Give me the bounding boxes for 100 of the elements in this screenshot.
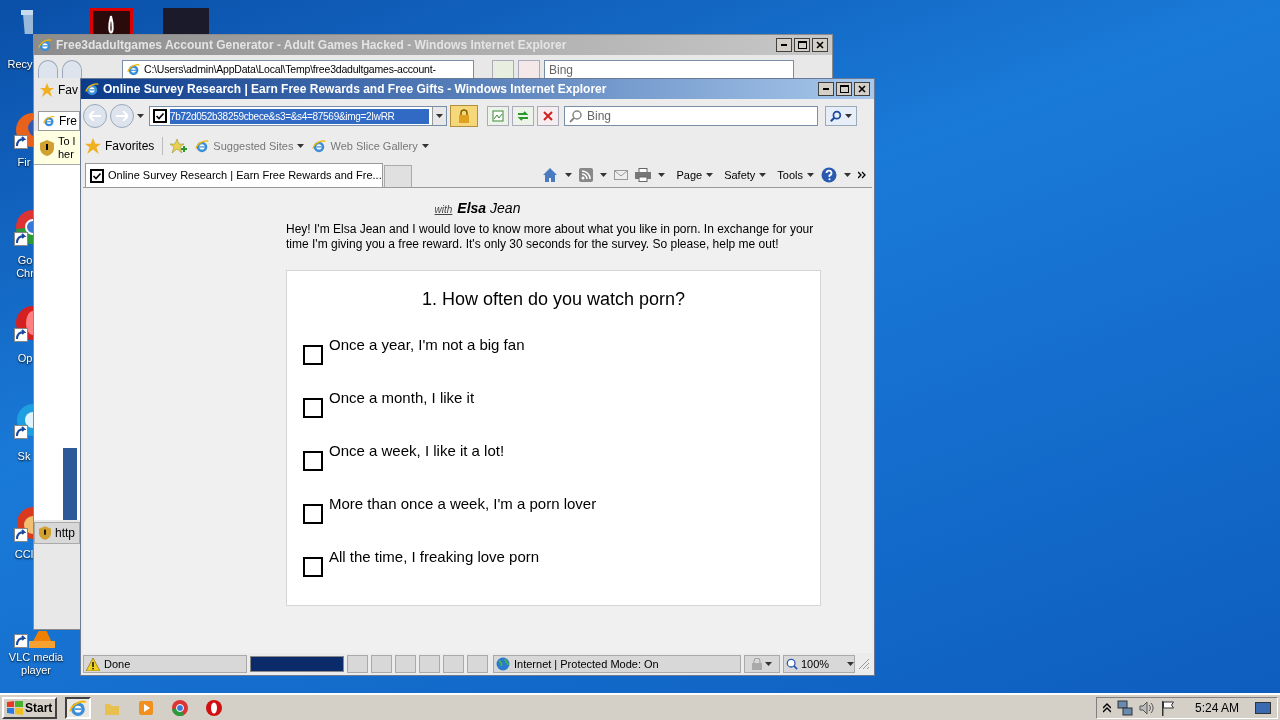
answer-label[interactable]: More than once a week, I'm a porn lover: [329, 494, 597, 514]
caret-icon: [421, 144, 429, 148]
info-bar-text: To l her: [58, 134, 76, 161]
caret-icon: [297, 144, 305, 148]
page-chart-icon: [492, 110, 504, 122]
taskbar-app-button[interactable]: [65, 696, 92, 719]
answer-checkbox[interactable]: [303, 504, 323, 524]
play-icon: [137, 698, 156, 717]
print-icon[interactable]: [635, 168, 652, 182]
answer-checkbox[interactable]: [303, 451, 323, 471]
caret-icon: [845, 114, 852, 118]
answer-label[interactable]: All the time, I freaking love porn: [329, 547, 540, 567]
caret-icon: [658, 173, 666, 177]
answer-checkbox[interactable]: [303, 345, 323, 365]
minimize-button[interactable]: [818, 82, 834, 96]
zoom-button[interactable]: 100%: [783, 655, 855, 673]
search-field[interactable]: Bing: [544, 60, 794, 78]
refresh-button[interactable]: [512, 106, 534, 126]
minimize-icon: [781, 44, 787, 46]
desktop-icon-label: Fir: [17, 156, 31, 169]
maximize-icon: [839, 85, 849, 93]
address-field[interactable]: C:\Users\admin\AppData\Local\Temp\free3dadultgames-account-: [122, 60, 474, 78]
status-pane: [395, 655, 416, 673]
desktop-app-icon[interactable]: [90, 8, 133, 34]
search-button[interactable]: [825, 106, 857, 126]
maximize-button[interactable]: [836, 82, 852, 96]
browser-e-icon: [195, 139, 210, 153]
maximize-icon: [797, 41, 807, 49]
padlock-icon: [752, 658, 762, 670]
lock-button[interactable]: [450, 105, 478, 127]
shield-icon: [39, 526, 51, 540]
zone-cell: Internet | Protected Mode: On: [493, 655, 741, 673]
maximize-button[interactable]: [794, 38, 810, 52]
browser-e-icon: [38, 38, 52, 52]
start-button[interactable]: Start: [2, 696, 58, 719]
favorites-bar-link[interactable]: Suggested Sites: [195, 137, 305, 155]
answer-checkbox[interactable]: [303, 398, 323, 418]
survey-question: 1. How often do you watch porn?: [421, 288, 686, 311]
favorites-button[interactable]: Favorites: [85, 137, 164, 155]
window-title: Online Survey Research | Earn Free Rewards and Free Gifts - Windows Internet Explorer: [103, 81, 608, 98]
close-icon: [816, 41, 824, 49]
desktop-icon-label: Sk: [17, 450, 31, 463]
browser-tab[interactable]: Online Survey Research | Earn Free Rewards and Fre...: [85, 163, 383, 187]
browser-tab[interactable]: Fre: [38, 111, 80, 131]
chevron-icon[interactable]: [858, 171, 866, 179]
speaker-icon[interactable]: [1138, 700, 1155, 715]
command-menu-button[interactable]: Tools: [777, 166, 814, 184]
show-desktop-icon[interactable]: [1255, 701, 1271, 714]
stop-button[interactable]: [537, 106, 559, 126]
favorites-star-icon: [40, 83, 54, 97]
intro-paragraph: Hey! I'm Elsa Jean and I would love to know more about what you like in porn. In exchange for your time I'm giving you a free reward. It's only 30 seconds for the survey. So please, help me out!: [286, 222, 815, 253]
info-bar[interactable]: To l her: [34, 131, 80, 165]
answer-label[interactable]: Once a month, I like it: [329, 388, 475, 408]
status-pane: [443, 655, 464, 673]
browser-e-icon: [312, 139, 327, 153]
byline-name: Elsa Jean: [457, 199, 521, 218]
command-menu-button[interactable]: Page: [676, 166, 714, 184]
chrome-icon: [171, 698, 190, 717]
favorites-button[interactable]: Fav: [34, 79, 80, 101]
desktop-icon-label: VLC media: [8, 651, 64, 664]
desktop-app-icon[interactable]: [13, 631, 55, 649]
refresh-icon: [517, 110, 529, 122]
favorites-bar-link[interactable]: Web Slice Gallery: [312, 137, 429, 155]
arrow-left-icon: [89, 111, 101, 121]
desktop-icon-label: CCl: [14, 548, 34, 561]
caret-icon: [844, 173, 851, 177]
protected-mode-button[interactable]: [744, 655, 780, 673]
resize-grip-icon[interactable]: [858, 658, 870, 670]
answer-label[interactable]: Once a year, I'm not a big fan: [329, 335, 525, 355]
network-icon[interactable]: [1116, 699, 1133, 716]
status-pane: [467, 655, 488, 673]
desktop-icon-label: Go: [17, 254, 33, 267]
magnifier-icon: [786, 658, 798, 670]
shield-icon: [40, 139, 54, 156]
home-icon[interactable]: [542, 167, 559, 183]
history-caret-icon: [137, 114, 144, 118]
search-field[interactable]: Bing: [564, 106, 818, 126]
desktop-icon-label: player: [21, 664, 51, 677]
caret-icon: [765, 662, 772, 666]
flag-icon[interactable]: [1160, 699, 1175, 716]
add-favorite-icon[interactable]: [169, 138, 188, 154]
address-field[interactable]: 7b72d052b38259cbece&s3=&s4=87569&img=2IwRR: [149, 106, 447, 126]
close-button[interactable]: [812, 38, 828, 52]
caret-icon: [807, 173, 814, 177]
feed-icon[interactable]: [579, 168, 594, 182]
caret-icon: [565, 173, 573, 177]
browser-e-icon: [43, 115, 55, 127]
compatibility-button[interactable]: [487, 106, 509, 126]
browser-e-icon: [85, 82, 99, 96]
help-icon[interactable]: [821, 167, 837, 183]
answer-label[interactable]: Once a week, I like it a lot!: [329, 441, 505, 461]
answer-checkbox[interactable]: [303, 557, 323, 577]
command-menu-button[interactable]: Safety: [724, 166, 767, 184]
caret-icon: [847, 662, 854, 666]
show-hidden-icons-icon[interactable]: [1102, 702, 1111, 713]
warning-icon: [86, 657, 100, 671]
minimize-button[interactable]: [776, 38, 792, 52]
browser-e-icon: [127, 63, 140, 76]
close-button[interactable]: [854, 82, 870, 96]
status-cell: http: [34, 522, 80, 544]
